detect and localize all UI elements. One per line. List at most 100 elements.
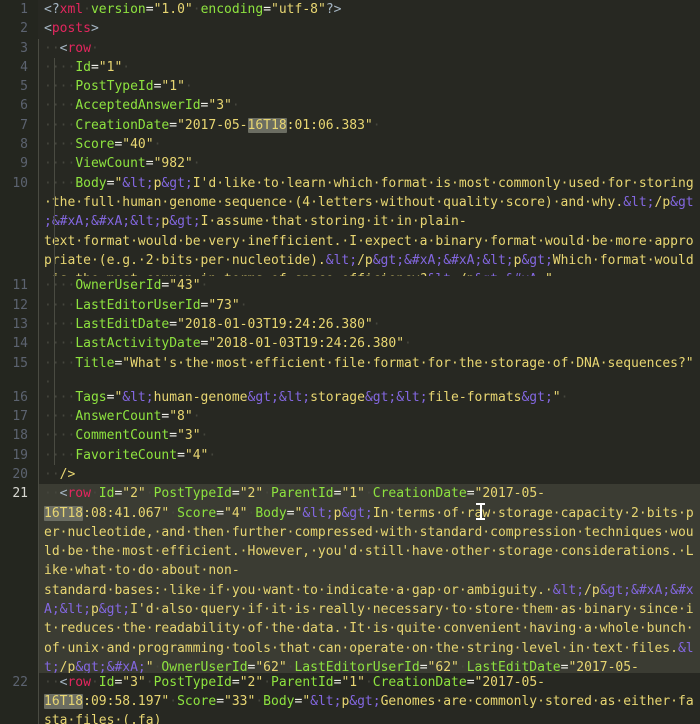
line-content[interactable]: ····CreationDate="2017-05-16T18:01:06.38…	[38, 115, 700, 136]
line-content[interactable]: ····LastEditorUserId="73"·	[38, 295, 700, 315]
code-line[interactable]: 12 ····LastEditorUserId="73"·	[0, 295, 700, 315]
code-line[interactable]: 4 ····Id="1"·	[0, 57, 700, 78]
line-content[interactable]: <posts>	[38, 19, 700, 38]
whitespace-dot: ·	[184, 79, 193, 95]
code-line[interactable]: 18 ····CommentCount="3"·	[0, 426, 700, 446]
token-attr: Body	[263, 693, 295, 709]
line-content[interactable]: ····Tags="&lt;human-genome&gt;&lt;storag…	[38, 387, 700, 408]
line-content[interactable]: ····AnswerCount="8"·	[38, 407, 700, 427]
line-content[interactable]: ····AcceptedAnswerId="3"·	[38, 96, 700, 116]
token-entity: &lt;	[122, 175, 154, 191]
token-attr: OwnerUserId	[161, 659, 248, 673]
token-string: "3"	[122, 674, 146, 690]
token-attr: ParentId	[271, 674, 334, 690]
token-string: "2017-05-	[177, 117, 248, 133]
code-line[interactable]: 8 ····Score="40"·	[0, 135, 700, 155]
token-string: "43"	[169, 278, 201, 294]
code-line[interactable]: 11 ····OwnerUserId="43"·	[0, 276, 700, 296]
token-string: "4"	[224, 505, 248, 521]
token-entity: &lt;	[302, 505, 334, 521]
code-line[interactable]: 10 ····Body="&lt;p&gt;I'd·like·to·learn·…	[0, 173, 700, 277]
token-attr: Score	[75, 137, 115, 153]
code-line-active[interactable]: 21 ··<row·Id="2"·PostTypeId="2"·ParentId…	[0, 484, 700, 673]
line-content[interactable]: ····FavoriteCount="4"·	[38, 445, 700, 465]
whitespace-dot: ····	[44, 447, 76, 463]
code-line[interactable]: 9 ····ViewCount="982"·	[0, 154, 700, 174]
search-match: 16T18	[247, 117, 287, 133]
code-line[interactable]: 17 ····AnswerCount="8"·	[0, 407, 700, 427]
token-eq: =	[216, 505, 225, 521]
token-string: "2"	[239, 674, 264, 690]
line-number: 14	[0, 334, 38, 354]
code-line[interactable]: 7 ····CreationDate="2017-05-16T18:01:06.…	[0, 115, 700, 136]
token-attr: encoding	[200, 2, 264, 17]
line-content[interactable]: ··<row·Id="2"·PostTypeId="2"·ParentId="1…	[38, 484, 700, 673]
token-string: "utf-8"	[271, 2, 326, 17]
line-content[interactable]: ····ViewCount="982"·	[38, 154, 700, 174]
token-entity: &lt;	[552, 582, 585, 598]
code-line[interactable]: 16 ····Tags="&lt;human-genome&gt;&lt;sto…	[0, 387, 700, 408]
line-content[interactable]: ····LastActivityDate="2018-01-03T19:24:2…	[38, 334, 700, 354]
line-content[interactable]: ··<row·Id="3"·PostTypeId="2"·ParentId="1…	[38, 672, 700, 724]
line-content[interactable]: ··/>	[38, 465, 700, 485]
token-entity: &#xA;	[631, 582, 671, 598]
line-content[interactable]: ····Score="40"·	[38, 135, 700, 155]
code-line[interactable]: 3 ··<row·	[0, 38, 700, 58]
line-content[interactable]: <?xml·version="1.0"·encoding="utf-8"?>	[38, 0, 700, 19]
token-entity: &gt;	[521, 252, 553, 268]
whitespace-dot: ····	[44, 98, 76, 114]
line-content[interactable]: ····Id="1"·	[38, 57, 700, 78]
line-content[interactable]: ····PostTypeId="1"·	[38, 77, 700, 97]
line-number: 18	[0, 426, 38, 446]
token-attr: PostTypeId	[153, 674, 232, 690]
line-number: 13	[0, 314, 38, 335]
code-line[interactable]: 5 ····PostTypeId="1"·	[0, 77, 700, 97]
line-content[interactable]: ····CommentCount="3"·	[38, 426, 700, 446]
whitespace-dot: ·	[90, 674, 99, 690]
code-line[interactable]: 20 ··/>	[0, 465, 700, 485]
token-attr: version	[90, 2, 146, 17]
code-line[interactable]: 2 <posts>	[0, 19, 700, 39]
line-content[interactable]: ····LastEditDate="2018-01-03T19:24:26.38…	[38, 314, 700, 335]
line-content[interactable]: ····OwnerUserId="43"·	[38, 276, 700, 296]
whitespace-dot: ····	[44, 316, 76, 332]
token-attr: Body	[255, 505, 287, 521]
whitespace-dot: ·	[404, 336, 412, 352]
whitespace-dot: ··	[44, 40, 60, 56]
token-string: "2017-05-	[568, 659, 639, 673]
code-line[interactable]: 13 ····LastEditDate="2018-01-03T19:24:26…	[0, 314, 700, 335]
token-string: "62"	[255, 659, 287, 673]
xml-code-editor[interactable]: 1 <?xml·version="1.0"·encoding="utf-8"?>…	[0, 0, 700, 724]
line-content[interactable]: ····Body="&lt;p&gt;I'd·like·to·learn·whi…	[38, 173, 700, 277]
code-line[interactable]: 1 <?xml·version="1.0"·encoding="utf-8"?>	[0, 0, 700, 20]
code-line[interactable]: 22 ··<row·Id="3"·PostTypeId="2"·ParentId…	[0, 672, 700, 724]
token-punct: >	[90, 21, 99, 37]
token-entity: &gt;	[521, 389, 553, 405]
token-string: :09:58.197"	[83, 693, 170, 709]
token-string: "1"	[98, 59, 123, 75]
token-attr: CreationDate	[372, 486, 467, 502]
token-tag: row	[67, 486, 91, 502]
token-entity: &lt;	[623, 194, 655, 210]
token-entity: &lt;	[310, 693, 342, 709]
line-number: 5	[0, 77, 38, 97]
code-line[interactable]: 15 ····Title="What's·the·most·efficient·…	[0, 353, 700, 388]
token-string: "3"	[177, 428, 201, 444]
token-string: "1.0"	[153, 2, 193, 17]
token-string: storage	[310, 389, 365, 405]
whitespace-dot: ·	[372, 117, 381, 133]
token-eq: =	[169, 117, 178, 133]
code-line[interactable]: 14 ····LastActivityDate="2018-01-03T19:2…	[0, 334, 700, 354]
whitespace-dot: ·	[90, 486, 99, 502]
token-string: "2017-05-	[474, 674, 545, 690]
token-string: :01:06.383"	[286, 117, 373, 133]
token-string: "1"	[341, 486, 365, 502]
token-eq: =	[90, 59, 99, 75]
code-line[interactable]: 6 ····AcceptedAnswerId="3"·	[0, 96, 700, 116]
token-attr: Tags	[75, 389, 107, 405]
line-content[interactable]: ··<row·	[38, 38, 700, 58]
token-string: file-formats	[427, 389, 522, 405]
code-line[interactable]: 19 ····FavoriteCount="4"·	[0, 445, 700, 465]
whitespace-dot: ·	[192, 156, 201, 172]
line-content[interactable]: ····Title="What's·the·most·efficient·fil…	[38, 353, 700, 388]
